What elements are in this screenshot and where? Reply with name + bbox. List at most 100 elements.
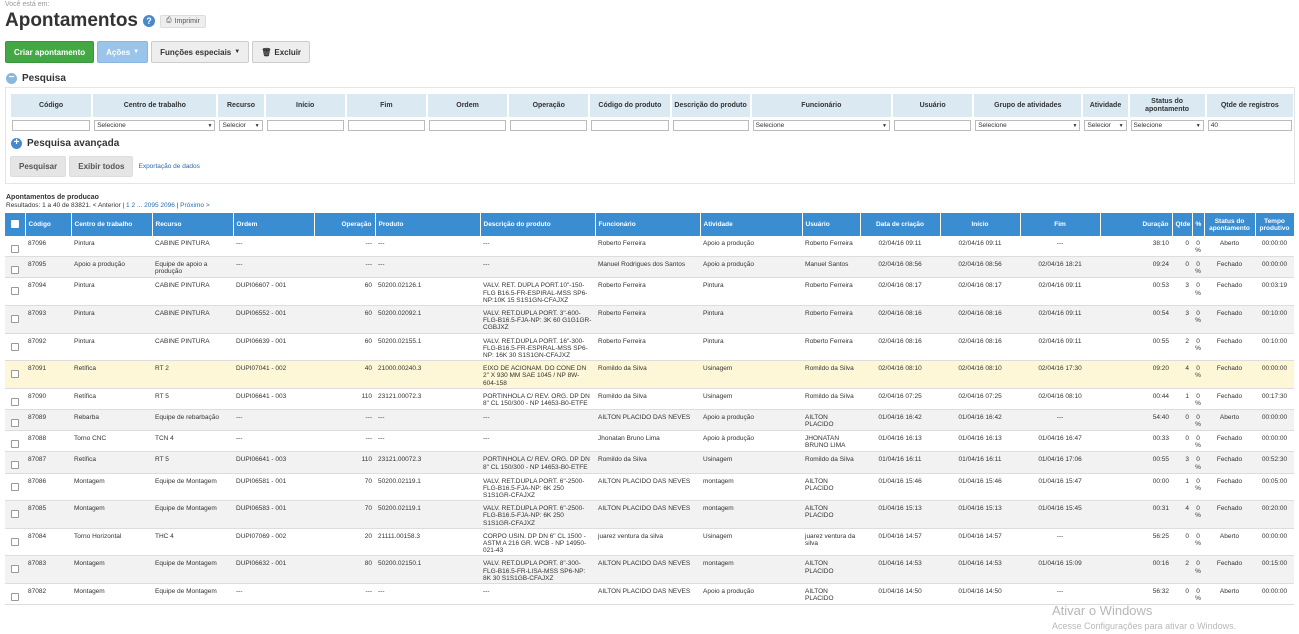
table-row[interactable]: 87093 Pintura CABINE PINTURA DUPI06552 - 00… xyxy=(5,305,1294,334)
table-cell: 20 xyxy=(314,528,375,557)
filter-select[interactable]: Selecione ▼ xyxy=(1130,120,1204,131)
row-checkbox[interactable] xyxy=(11,370,19,379)
search-section-toggle[interactable]: − Pesquisa xyxy=(6,73,66,84)
advanced-search-toggle[interactable]: + Pesquisa avançada xyxy=(11,138,119,149)
filter-value: Selecione xyxy=(978,122,1007,129)
row-checkbox[interactable] xyxy=(11,315,19,324)
filter-input[interactable] xyxy=(672,120,749,131)
search-button[interactable]: Pesquisar xyxy=(10,156,67,177)
column-header[interactable]: Ordem xyxy=(233,213,315,236)
table-cell: Retífica xyxy=(71,360,152,389)
row-checkbox[interactable] xyxy=(11,342,19,351)
column-header[interactable]: Fim xyxy=(1020,213,1101,236)
caret-down-icon: ▼ xyxy=(1118,122,1124,129)
filter-select[interactable]: Selecione ▼ xyxy=(94,120,216,131)
table-row[interactable]: 87082 Montagem Equipe de Montagem --- --- ---… xyxy=(5,583,1294,606)
filter-select[interactable]: Selecior ▼ xyxy=(219,120,263,131)
column-header[interactable]: Início xyxy=(940,213,1021,236)
table-row[interactable]: 87088 Torno CNC TCN 4 --- --- --- --- Jhonatan … xyxy=(5,430,1294,453)
table-row[interactable]: 87091 Retífica RT 2 DUPI07041 - 002 40 21000.… xyxy=(5,360,1294,389)
row-checkbox[interactable] xyxy=(11,440,19,449)
column-header[interactable]: Operação xyxy=(314,213,376,236)
table-cell: Rebarba xyxy=(71,409,152,432)
filter-input[interactable] xyxy=(428,120,507,131)
windows-watermark: Ativar o Windows xyxy=(1052,603,1153,618)
table-row[interactable]: 87092 Pintura CABINE PINTURA DUPI06639 - 00… xyxy=(5,333,1294,362)
filter-select[interactable]: Selecione ▼ xyxy=(975,120,1081,131)
column-header[interactable]: Descrição do produto xyxy=(480,213,596,236)
table-cell: 0 xyxy=(1172,528,1192,557)
column-header[interactable]: Duração xyxy=(1100,213,1173,236)
table-cell: 00:00:00 xyxy=(1255,583,1294,606)
filter-input[interactable] xyxy=(347,120,425,131)
column-header[interactable]: Código xyxy=(25,213,72,236)
column-header[interactable]: Usuário xyxy=(802,213,861,236)
filter-select[interactable]: Selecior ▼ xyxy=(1084,120,1127,131)
column-header[interactable]: Tempo produtivo xyxy=(1255,213,1295,236)
column-header[interactable]: Status do apontamento xyxy=(1204,213,1256,236)
show-all-button[interactable]: Exibir todos xyxy=(69,156,134,177)
column-header[interactable]: Atividade xyxy=(700,213,803,236)
page-links[interactable]: 1 2 ... 2095 2096 xyxy=(126,202,175,209)
row-checkbox[interactable] xyxy=(11,510,19,519)
table-cell: 02/04/16 08:10 xyxy=(1020,388,1100,411)
column-header[interactable]: Recurso xyxy=(152,213,234,236)
row-checkbox[interactable] xyxy=(11,419,19,428)
delete-button[interactable]: 🗑 Excluir xyxy=(252,41,311,63)
next-page-link[interactable]: Próximo > xyxy=(180,202,209,209)
help-icon[interactable]: ? xyxy=(143,15,155,27)
row-checkbox[interactable] xyxy=(11,245,19,253)
table-row[interactable]: 87087 Retífica RT 5 DUPI06641 - 003 110 23121… xyxy=(5,451,1294,474)
filter-input[interactable] xyxy=(591,120,669,131)
table-cell: --- xyxy=(480,256,595,279)
table-row[interactable]: 87095 Apoio a produção Equipe de apoio a p… xyxy=(5,256,1294,279)
filter-label: Recurso xyxy=(218,94,264,117)
column-header[interactable]: Funcionário xyxy=(595,213,701,236)
table-row[interactable]: 87084 Torno Horizontal THC 4 DUPI07069 - 00… xyxy=(5,528,1294,557)
row-checkbox[interactable] xyxy=(11,482,19,491)
table-row[interactable]: 87086 Montagem Equipe de Montagem DUPI06581… xyxy=(5,473,1294,502)
table-row[interactable]: 87094 Pintura CABINE PINTURA DUPI06607 - 00… xyxy=(5,277,1294,307)
column-header[interactable]: % xyxy=(1192,213,1205,236)
column-header[interactable]: Data de criação xyxy=(860,213,941,236)
table-row[interactable]: 87085 Montagem Equipe de Montagem DUPI06583… xyxy=(5,500,1294,529)
row-checkbox[interactable] xyxy=(11,287,19,296)
table-row[interactable]: 87090 Retífica RT 5 DUPI06641 - 003 110 23121… xyxy=(5,388,1294,411)
print-button[interactable]: ⎙ Imprimir xyxy=(160,14,206,28)
table-cell: Montagem xyxy=(71,473,152,502)
filter-input[interactable] xyxy=(510,120,588,131)
special-functions-button[interactable]: Funções especiais ▼ xyxy=(151,41,250,63)
table-cell: 80 xyxy=(314,555,375,585)
filter-input[interactable]: 40 xyxy=(1207,120,1292,131)
select-all-checkbox[interactable] xyxy=(5,213,26,236)
table-cell: --- xyxy=(1020,236,1100,258)
table-cell: 02/04/16 09:11 xyxy=(1020,305,1100,334)
row-checkbox[interactable] xyxy=(11,565,19,574)
filter-input[interactable] xyxy=(266,120,344,131)
table-cell: 02/04/16 09:11 xyxy=(860,236,940,258)
table-row[interactable]: 87083 Montagem Equipe de Montagem DUPI06632… xyxy=(5,555,1294,585)
column-header[interactable]: Qtde xyxy=(1172,213,1193,236)
column-header[interactable]: Produto xyxy=(375,213,481,236)
table-cell: 87092 xyxy=(25,333,71,362)
row-checkbox[interactable] xyxy=(11,461,19,470)
row-checkbox[interactable] xyxy=(11,537,19,546)
filter-input[interactable] xyxy=(12,120,91,131)
table-cell: Fechado xyxy=(1204,430,1255,453)
row-checkbox[interactable] xyxy=(11,266,19,275)
row-checkbox-cell xyxy=(5,409,25,432)
table-cell: 00:10:00 xyxy=(1255,333,1294,362)
filter-select[interactable]: Selecione ▼ xyxy=(752,120,890,131)
actions-button[interactable]: Ações ▼ xyxy=(97,41,149,63)
export-link[interactable]: Exportação de dados xyxy=(138,163,199,170)
table-row[interactable]: 87089 Rebarba Equipe de rebarbação --- --- --… xyxy=(5,409,1294,432)
table-cell: 0 xyxy=(1172,256,1192,279)
table-row[interactable]: 87096 Pintura CABINE PINTURA --- --- --- --- Ro… xyxy=(5,236,1294,258)
create-button[interactable]: Criar apontamento xyxy=(5,41,95,63)
table-cell: 00:52:30 xyxy=(1255,451,1294,474)
row-checkbox[interactable] xyxy=(11,397,19,406)
row-checkbox[interactable] xyxy=(11,593,19,602)
table-cell: 02/04/16 08:10 xyxy=(860,360,940,389)
filter-input[interactable] xyxy=(894,120,972,131)
column-header[interactable]: Centro de trabalho xyxy=(71,213,153,236)
